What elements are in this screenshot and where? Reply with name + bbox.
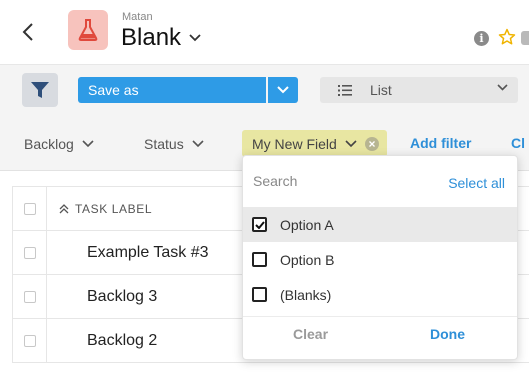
row-checkbox[interactable] (23, 290, 36, 303)
clear-filters-link[interactable]: Cl (511, 135, 525, 151)
check-icon (254, 220, 265, 229)
star-icon[interactable] (498, 28, 516, 51)
page-header: Matan Blank i (0, 0, 529, 64)
chevron-down-icon (189, 34, 201, 42)
chevron-down-icon (345, 139, 357, 147)
option-item-b[interactable]: Option B (243, 242, 517, 277)
filter-chip-my-new-field[interactable]: My New Field (242, 130, 387, 157)
chevron-down-icon (277, 86, 289, 94)
select-all-checkbox[interactable] (23, 202, 36, 215)
view-selector[interactable]: List (320, 77, 518, 103)
option-label: Option A (280, 216, 334, 233)
page-title: Blank (121, 24, 182, 51)
row-checkbox[interactable] (23, 246, 36, 259)
filter-options-dropdown: Select all Option A Option B (Blanks) Cl… (242, 155, 518, 360)
view-selector-label: List (370, 82, 392, 98)
filter-chip-label: Status (144, 135, 184, 152)
dropdown-divider (243, 316, 517, 317)
option-checkbox[interactable] (252, 252, 267, 267)
filter-chip-backlog[interactable]: Backlog (24, 130, 94, 157)
row-checkbox-cell (13, 319, 47, 362)
remove-filter-button[interactable] (364, 136, 379, 151)
save-as-button[interactable]: Save as (78, 77, 266, 103)
info-icon[interactable]: i (474, 31, 489, 46)
funnel-icon (31, 82, 49, 98)
row-checkbox-cell (13, 231, 47, 274)
filter-chip-label: My New Field (252, 135, 337, 152)
option-label: (Blanks) (280, 286, 332, 303)
option-item-a[interactable]: Option A (243, 207, 517, 242)
flask-icon (68, 10, 108, 50)
owner-label: Matan (122, 11, 153, 23)
title-dropdown[interactable]: Blank (121, 24, 201, 52)
more-icon[interactable] (521, 31, 529, 45)
column-header-label: TASK LABEL (75, 201, 153, 216)
filter-chip-status[interactable]: Status (144, 130, 204, 157)
column-header-task-label[interactable]: TASK LABEL (59, 202, 152, 216)
chevron-down-icon (192, 139, 204, 147)
sort-double-chevron-icon (59, 203, 69, 213)
filter-chip-label: Backlog (24, 135, 74, 152)
task-label-cell: Example Task #3 (87, 243, 209, 261)
chevron-down-icon (497, 84, 508, 91)
row-checkbox[interactable] (23, 334, 36, 347)
row-checkbox-cell (13, 275, 47, 318)
select-all-cell (13, 187, 47, 230)
back-button[interactable] (14, 18, 42, 46)
add-filter-link[interactable]: Add filter (410, 135, 471, 151)
chevron-left-icon (22, 23, 33, 41)
option-checkbox[interactable] (252, 287, 267, 302)
task-label-cell: Backlog 2 (87, 331, 158, 349)
chevron-down-icon (82, 139, 94, 147)
toolbar: Save as List (0, 64, 529, 116)
option-checkbox[interactable] (252, 217, 267, 232)
close-icon (368, 140, 375, 147)
list-icon (338, 84, 352, 96)
search-input[interactable] (253, 170, 433, 192)
select-all-link[interactable]: Select all (448, 175, 505, 191)
save-as-menu-button[interactable] (268, 77, 298, 103)
option-label: Option B (280, 251, 335, 268)
done-button[interactable]: Done (430, 326, 465, 342)
clear-button[interactable]: Clear (293, 326, 328, 342)
option-item-blanks[interactable]: (Blanks) (243, 277, 517, 312)
task-label-cell: Backlog 3 (87, 287, 158, 305)
filter-toggle-button[interactable] (22, 73, 58, 107)
dropdown-search-row: Select all (243, 156, 517, 207)
